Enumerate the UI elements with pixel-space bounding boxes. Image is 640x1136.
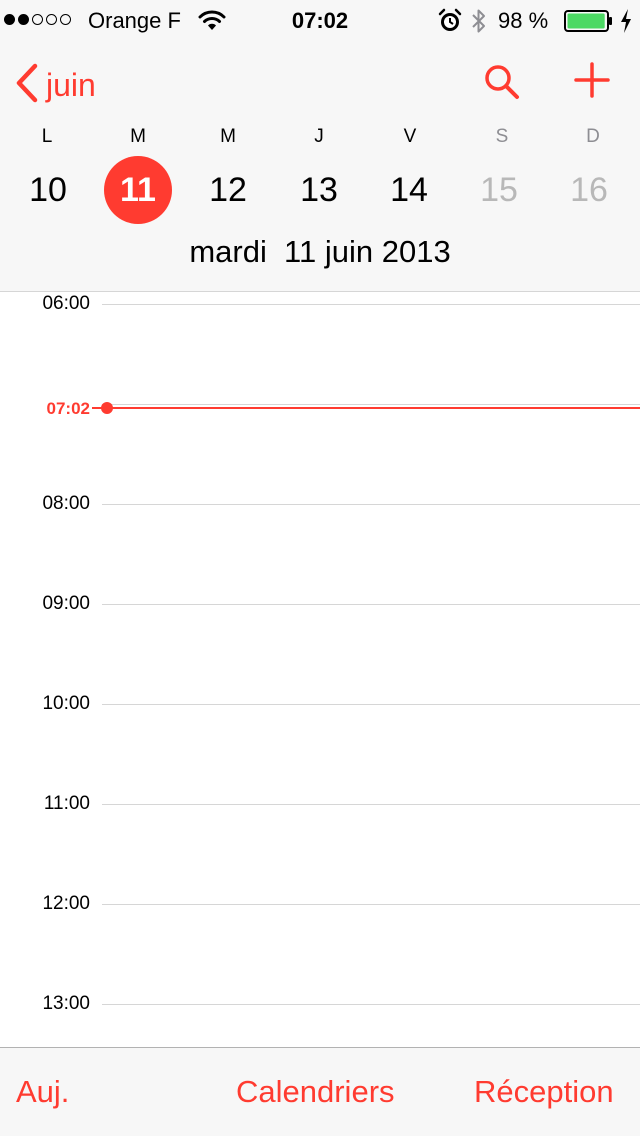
day-14[interactable]: 14 bbox=[371, 156, 447, 224]
carrier-name: Orange F bbox=[88, 8, 181, 33]
signal-dot bbox=[46, 14, 57, 25]
hour-label: 12:00 bbox=[42, 893, 90, 914]
weekday-label: M bbox=[220, 126, 236, 147]
hour-label: 08:00 bbox=[42, 493, 90, 514]
selected-date-title: mardi 11 juin 2013 bbox=[189, 234, 451, 269]
calendars-button[interactable]: Calendriers bbox=[236, 1074, 395, 1110]
weekday-label: S bbox=[495, 126, 509, 147]
chevron-left-icon bbox=[14, 63, 40, 108]
alarm-icon bbox=[438, 8, 462, 39]
signal-dot bbox=[4, 14, 15, 25]
hour-label: 09:00 bbox=[42, 593, 90, 614]
hour-label: 10:00 bbox=[42, 693, 90, 714]
weekday-label: J bbox=[314, 126, 324, 147]
weekday-label: D bbox=[586, 126, 600, 147]
bottom-toolbar: Auj. Calendriers Réception bbox=[0, 1047, 640, 1136]
day-16[interactable]: 16 bbox=[551, 156, 627, 224]
day-timeline[interactable]: 06:00 07:02 08:00 09:00 10:00 11:00 12:0… bbox=[0, 293, 640, 1047]
weekday-label: L bbox=[41, 126, 53, 147]
battery-percent: 98 % bbox=[498, 8, 549, 33]
add-event-button[interactable] bbox=[572, 60, 612, 105]
search-button[interactable] bbox=[482, 62, 522, 107]
status-bar: Orange F 07:02 98 % bbox=[0, 0, 640, 40]
signal-strength-icon bbox=[4, 14, 71, 25]
wifi-icon bbox=[198, 8, 226, 37]
signal-dot bbox=[18, 14, 29, 25]
hour-line bbox=[102, 1004, 640, 1005]
weekday-label: V bbox=[403, 126, 417, 147]
back-to-month-button[interactable]: juin bbox=[14, 60, 96, 110]
search-icon bbox=[485, 65, 519, 99]
battery-icon bbox=[564, 10, 614, 37]
hour-label: 13:00 bbox=[42, 993, 90, 1014]
hour-label: 11:00 bbox=[43, 793, 90, 814]
day-13[interactable]: 13 bbox=[281, 156, 357, 224]
day-15[interactable]: 15 bbox=[461, 156, 537, 224]
back-button-label: juin bbox=[46, 66, 96, 103]
hour-line bbox=[102, 304, 640, 305]
today-button[interactable]: Auj. bbox=[16, 1074, 69, 1110]
hour-line bbox=[102, 804, 640, 805]
charging-icon bbox=[619, 8, 633, 39]
hour-line bbox=[102, 604, 640, 605]
day-10[interactable]: 10 bbox=[10, 156, 86, 224]
calendar-header: Orange F 07:02 98 % juin L M M J V S D 1… bbox=[0, 0, 640, 292]
inbox-button[interactable]: Réception bbox=[474, 1074, 614, 1110]
signal-dot bbox=[32, 14, 43, 25]
current-time-label: 07:02 bbox=[46, 399, 90, 418]
hour-line bbox=[102, 704, 640, 705]
day-12[interactable]: 12 bbox=[190, 156, 266, 224]
hour-line bbox=[102, 504, 640, 505]
hour-label: 06:00 bbox=[42, 293, 90, 314]
signal-dot bbox=[60, 14, 71, 25]
day-11-selected[interactable]: 11 bbox=[100, 156, 176, 224]
plus-icon bbox=[574, 62, 610, 98]
current-time-line bbox=[108, 407, 640, 409]
bluetooth-icon bbox=[470, 6, 488, 41]
weekday-label: M bbox=[130, 126, 146, 147]
hour-line bbox=[102, 404, 640, 405]
hour-line bbox=[102, 904, 640, 905]
